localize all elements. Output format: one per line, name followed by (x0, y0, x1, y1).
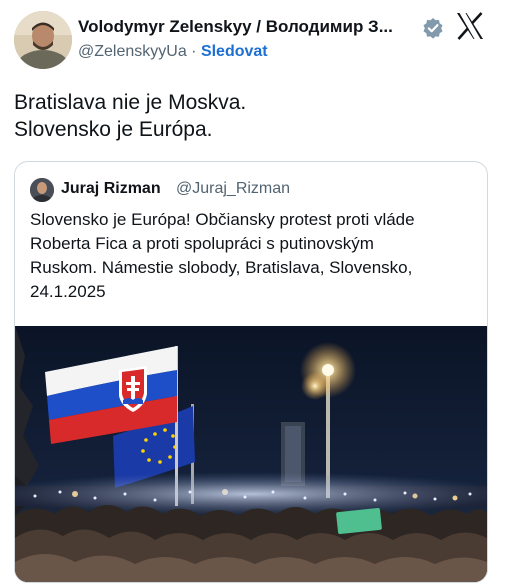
verified-badge-icon (423, 18, 443, 39)
author-handle[interactable]: @ZelenskyyUa (78, 43, 187, 60)
quote-author-handle[interactable]: @Juraj_Rizman (176, 180, 290, 198)
quote-author-name[interactable]: Juraj Rizman (61, 180, 161, 198)
tweet-text-line: Bratislava nie je Moskva. (14, 91, 247, 114)
tweet-header: Volodymyr Zelenskyy / Володимир З... @Ze… (0, 0, 523, 80)
quoted-tweet[interactable]: Juraj Rizman @Juraj_Rizman Slovensko je … (14, 161, 488, 583)
quote-text-line: 24.1.2025 (30, 282, 106, 301)
separator: · (186, 43, 201, 60)
protest-photo[interactable] (15, 326, 487, 582)
author-avatar[interactable] (14, 11, 72, 69)
x-logo-icon[interactable] (455, 11, 485, 41)
quote-text-line: Ruskom. Námestie slobody, Bratislava, Sl… (30, 258, 413, 277)
tweet-text: Bratislava nie je Moskva. Slovensko je E… (14, 89, 246, 143)
quote-text-line: Slovensko je Európa! Občiansky protest p… (30, 210, 415, 229)
page-margin (496, 0, 523, 540)
tweet-text-line: Slovensko je Európa. (14, 118, 213, 141)
quote-author-avatar[interactable] (30, 178, 54, 202)
quote-text-line: Roberta Fica a proti spolupráci s putino… (30, 234, 374, 253)
handle-line: @ZelenskyyUa · Sledovat (78, 43, 268, 61)
quote-text: Slovensko je Európa! Občiansky protest p… (30, 208, 485, 304)
author-name[interactable]: Volodymyr Zelenskyy / Володимир З... (78, 17, 393, 37)
follow-button[interactable]: Sledovat (201, 43, 268, 60)
